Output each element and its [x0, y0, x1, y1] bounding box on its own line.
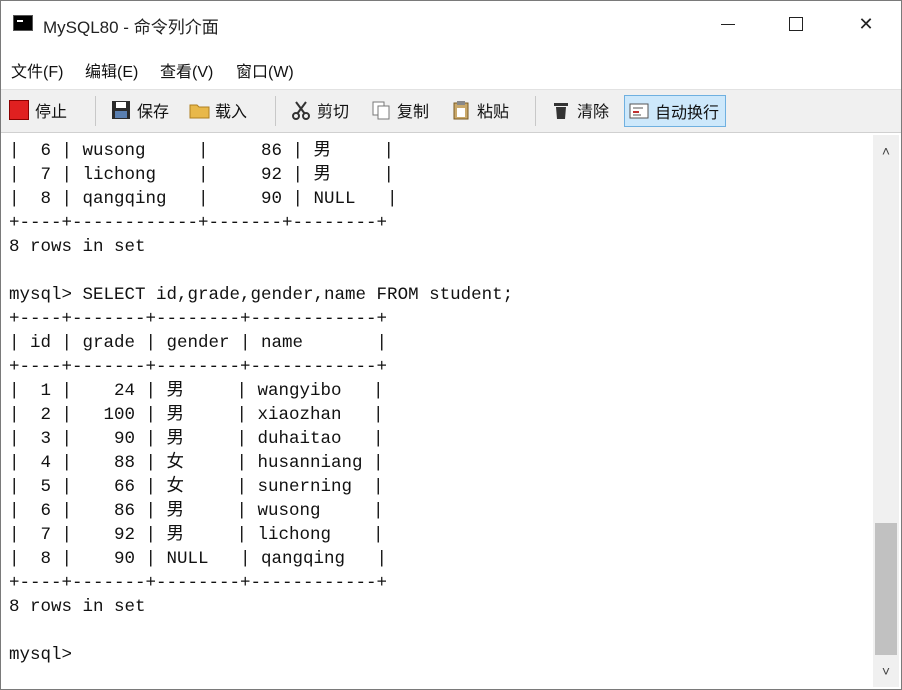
clipboard-icon: [451, 100, 471, 120]
title-bar[interactable]: MySQL80 - 命令列介面 ✕: [1, 1, 901, 47]
terminal-icon: [13, 15, 33, 31]
maximize-button[interactable]: [773, 1, 819, 47]
copy-button[interactable]: 复制: [371, 95, 429, 125]
menu-edit[interactable]: 编辑(E): [85, 58, 138, 82]
vertical-scrollbar[interactable]: ˄ ˅: [873, 135, 899, 687]
copy-icon: [371, 100, 391, 120]
stop-label: 停止: [35, 104, 68, 121]
minimize-button[interactable]: [705, 1, 751, 47]
menu-file[interactable]: 文件(F): [11, 58, 63, 82]
wrap-icon: [629, 101, 649, 121]
chevron-up-icon: ˄: [881, 143, 891, 159]
toolbar-separator: [95, 96, 96, 126]
cut-label: 剪切: [317, 104, 350, 121]
load-label: 载入: [215, 104, 248, 121]
scrollbar-thumb[interactable]: [875, 523, 897, 655]
paste-button[interactable]: 粘贴: [451, 95, 509, 125]
clear-label: 清除: [577, 104, 610, 121]
scissors-icon: [291, 100, 311, 120]
word-wrap-button[interactable]: 自动换行: [624, 95, 727, 127]
save-button[interactable]: 保存: [111, 95, 169, 125]
scroll-up-button[interactable]: ˄: [873, 135, 899, 167]
console-window: MySQL80 - 命令列介面 ✕ 文件(F) 编辑(E) 查看(V) 窗口(W…: [0, 0, 902, 690]
console-output[interactable]: | 6 | wusong | 86 | 男 | | 7 | lichong | …: [3, 135, 871, 685]
paste-label: 粘贴: [477, 104, 510, 121]
clear-button[interactable]: 清除: [551, 95, 609, 125]
folder-icon: [189, 100, 210, 120]
save-label: 保存: [137, 104, 170, 121]
word-wrap-label: 自动换行: [655, 105, 720, 122]
toolbar: 停止 保存 载入 剪切 复制 粘贴 清除 自动换行: [1, 89, 901, 133]
toolbar-separator: [275, 96, 276, 126]
menu-bar: 文件(F) 编辑(E) 查看(V) 窗口(W): [1, 53, 901, 83]
scroll-down-button[interactable]: ˅: [873, 655, 899, 687]
maximize-icon: [789, 17, 803, 31]
menu-window[interactable]: 窗口(W): [236, 58, 294, 82]
minimize-icon: [721, 24, 735, 25]
close-button[interactable]: ✕: [843, 1, 889, 47]
close-icon: ✕: [858, 14, 874, 34]
trash-icon: [551, 100, 571, 120]
toolbar-separator: [535, 96, 536, 126]
stop-icon: [9, 100, 29, 120]
console-text: | 6 | wusong | 86 | 男 | | 7 | lichong | …: [9, 141, 514, 665]
stop-button[interactable]: 停止: [9, 95, 67, 125]
floppy-icon: [111, 100, 131, 120]
chevron-down-icon: ˅: [881, 663, 891, 679]
load-button[interactable]: 载入: [189, 95, 247, 125]
copy-label: 复制: [397, 104, 430, 121]
window-title: MySQL80 - 命令列介面: [43, 18, 219, 37]
menu-view[interactable]: 查看(V): [160, 58, 213, 82]
cut-button[interactable]: 剪切: [291, 95, 349, 125]
